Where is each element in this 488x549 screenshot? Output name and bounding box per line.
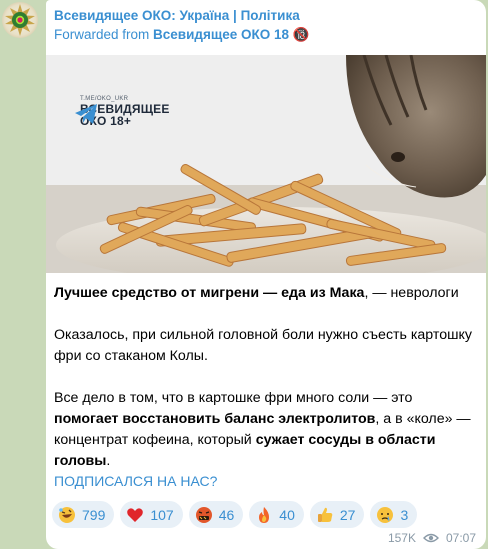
post-headline: Лучшее средство от мигрени — еда из Мака xyxy=(54,285,365,301)
post-headline-rest: , — неврологи xyxy=(364,285,459,301)
telegram-plane-icon xyxy=(75,104,97,124)
p3-part-a: Все дело в том, что в картошке фри много… xyxy=(54,390,413,406)
reaction-count: 40 xyxy=(279,506,295,523)
channel-avatar[interactable] xyxy=(2,2,38,38)
view-count: 157K xyxy=(387,531,416,545)
reaction-count: 799 xyxy=(82,506,106,523)
reactions-bar: 799 107 46 40 27 3 xyxy=(52,501,423,528)
thumbs-up-emoji-icon xyxy=(317,507,333,522)
reaction-rofl[interactable]: 799 xyxy=(52,501,115,528)
message-meta: 157K 07:07 xyxy=(388,531,476,545)
rofl-emoji-icon xyxy=(59,506,75,523)
channel-name[interactable]: Всевидящее ОКО: Україна | Політика xyxy=(54,7,478,25)
message-bubble: Всевидящее ОКО: Україна | Політика Forwa… xyxy=(46,0,486,549)
forwarded-source[interactable]: Всевидящее ОКО 18 🔞 xyxy=(153,27,310,42)
reaction-cursing[interactable]: 46 xyxy=(188,501,244,528)
post-paragraph-2: Оказалось, при сильной головной боли нуж… xyxy=(54,327,472,364)
p3-part-e: . xyxy=(106,453,111,469)
forwarded-prefix: Forwarded from xyxy=(54,27,150,42)
reaction-thumbs-up[interactable]: 27 xyxy=(309,501,365,528)
watermark: T.ME/OKO_UKR ВСЕВИДЯЩЕЕ ОКО 18+ xyxy=(74,95,170,127)
reaction-heart[interactable]: 107 xyxy=(120,501,183,528)
reaction-count: 27 xyxy=(339,506,356,523)
message-header: Всевидящее ОКО: Україна | Політика Forwa… xyxy=(54,7,478,44)
reaction-fire[interactable]: 40 xyxy=(249,501,304,528)
reaction-count: 3 xyxy=(400,506,409,523)
post-paragraph-3: Все дело в том, что в картошке фри много… xyxy=(54,388,478,472)
post-paragraph-1: Лучшее средство от мигрени — еда из Мака… xyxy=(54,283,478,304)
crying-face-emoji-icon xyxy=(377,506,394,523)
subscribe-link[interactable]: ПОДПИСАЛСЯ НА НАС? xyxy=(54,472,217,490)
forwarded-from: Forwarded from Всевидящее ОКО 18 🔞 xyxy=(54,25,478,44)
cursing-face-emoji-icon xyxy=(195,506,212,523)
post-text: Лучшее средство от мигрени — еда из Мака… xyxy=(54,283,478,493)
reaction-count: 107 xyxy=(150,506,174,523)
post-photo[interactable]: T.ME/OKO_UKR ВСЕВИДЯЩЕЕ ОКО 18+ xyxy=(46,55,486,273)
message-time: 07:07 xyxy=(445,531,476,545)
p3-part-b: помогает восстановить баланс электролито… xyxy=(54,411,376,427)
reaction-count: 46 xyxy=(218,506,235,523)
eye-icon xyxy=(422,533,439,543)
reaction-crying[interactable]: 3 xyxy=(370,501,418,528)
fire-emoji-icon xyxy=(259,506,270,523)
heart-emoji-icon xyxy=(127,507,144,522)
